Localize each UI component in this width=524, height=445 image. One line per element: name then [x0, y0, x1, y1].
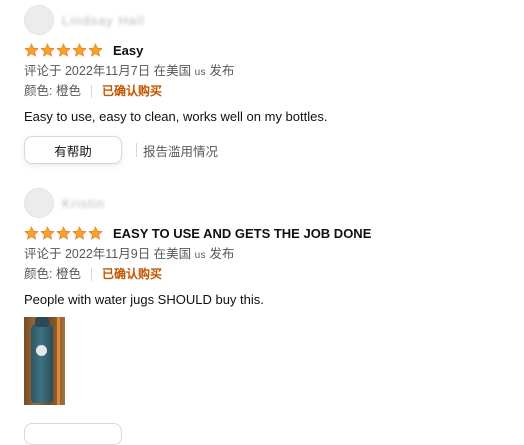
star-icon [24, 42, 39, 57]
review-title[interactable]: Easy [113, 43, 143, 58]
meta-suffix: 发布 [209, 247, 235, 261]
verified-purchase-badge: 已确认购买 [101, 267, 162, 281]
star-rating[interactable] [24, 42, 103, 58]
country-code: us [194, 67, 206, 78]
review-date-line: 评论于 2022年11月7日 在美国 us 发布 [24, 62, 514, 82]
meta-suffix: 发布 [209, 64, 235, 78]
review-date: 评论于 2022年11月7日 在美国 [24, 64, 192, 78]
divider [136, 143, 137, 157]
divider [90, 84, 92, 98]
color-attribute[interactable]: 颜色: 橙色 [24, 265, 81, 283]
cord-strap [57, 317, 60, 405]
bottle-cap [35, 317, 49, 327]
review-2: Kristin EASY TO USE AND GETS THE JOB DON… [24, 187, 514, 405]
reviewer-name: Lindsay Hall [62, 12, 145, 28]
avatar [24, 5, 54, 35]
bottle-image [31, 323, 53, 403]
star-icon [88, 225, 103, 240]
review-photo-thumbnail[interactable] [24, 317, 65, 405]
star-icon [72, 42, 87, 57]
helpful-button-partial[interactable] [24, 423, 122, 445]
review-body: Easy to use, easy to clean, works well o… [24, 109, 328, 124]
star-icon [56, 42, 71, 57]
reviewer-name: Kristin [62, 195, 106, 211]
star-rating[interactable] [24, 225, 103, 241]
reviewer-profile[interactable]: Kristin [24, 187, 514, 219]
star-icon [40, 225, 55, 240]
review-body: People with water jugs SHOULD buy this. [24, 292, 264, 307]
review-date: 评论于 2022年11月9日 在美国 [24, 247, 192, 261]
review-date-line: 评论于 2022年11月9日 在美国 us 发布 [24, 245, 514, 265]
star-icon [88, 42, 103, 57]
review-title[interactable]: EASY TO USE AND GETS THE JOB DONE [113, 226, 371, 241]
color-attribute[interactable]: 颜色: 橙色 [24, 82, 81, 100]
star-icon [56, 225, 71, 240]
divider [90, 267, 92, 281]
country-code: us [194, 250, 206, 261]
review-1: Lindsay Hall Easy 评论于 2022年11月7日 在美国 us … [24, 4, 514, 164]
helpful-button[interactable]: 有帮助 [24, 136, 122, 164]
star-icon [40, 42, 55, 57]
star-icon [24, 225, 39, 240]
verified-purchase-badge: 已确认购买 [101, 84, 162, 98]
reviewer-profile[interactable]: Lindsay Hall [24, 4, 514, 36]
bottle-logo [36, 345, 47, 356]
star-icon [72, 225, 87, 240]
report-abuse-link[interactable]: 报告滥用情况 [143, 141, 218, 160]
avatar [24, 188, 54, 218]
